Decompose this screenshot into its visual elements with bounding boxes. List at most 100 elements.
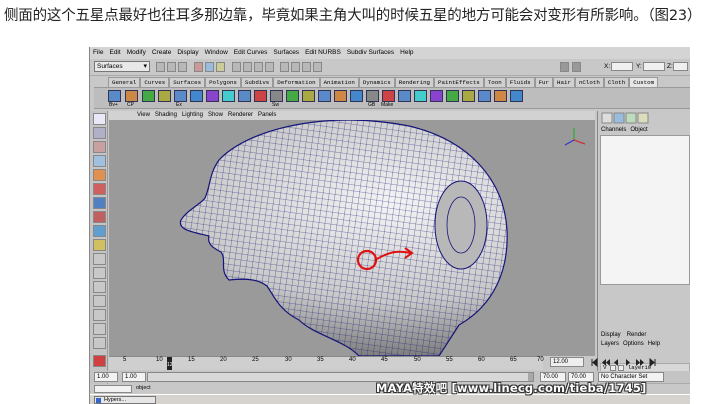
snap-curve-icon[interactable] — [243, 62, 252, 72]
tab-dynamics[interactable]: Dynamics — [358, 77, 395, 87]
layout-four-icon[interactable] — [93, 253, 106, 265]
scale-tool-icon[interactable] — [93, 183, 106, 195]
snap-point-icon[interactable] — [254, 62, 263, 72]
shelf-tool-icon[interactable] — [510, 90, 523, 102]
menu-edit[interactable]: Edit — [109, 47, 120, 59]
shelf-tool-icon[interactable] — [302, 90, 315, 102]
tab-general[interactable]: General — [108, 77, 141, 87]
cp-icon[interactable] — [125, 90, 138, 102]
help-menu[interactable]: Help — [648, 341, 660, 347]
gb-icon[interactable] — [366, 90, 379, 102]
select-hierarchy-icon[interactable] — [194, 62, 203, 72]
shelf-tool-icon[interactable] — [494, 90, 507, 102]
absolute-relative-icon[interactable] — [572, 62, 581, 72]
select-tool-icon[interactable] — [93, 113, 106, 125]
tab-toon[interactable]: Toon — [483, 77, 506, 87]
tab-rendering[interactable]: Rendering — [394, 77, 435, 87]
playback-start-field[interactable]: 1.00 — [122, 372, 146, 382]
render-settings-icon[interactable] — [313, 62, 322, 72]
menu-help[interactable]: Help — [400, 47, 413, 59]
shelf-tool-icon[interactable] — [286, 90, 299, 102]
tab-fur[interactable]: Fur — [534, 77, 554, 87]
shelf-tool-icon[interactable] — [158, 90, 171, 102]
tab-surfaces[interactable]: Surfaces — [169, 77, 206, 87]
shelf-tool-icon[interactable] — [190, 90, 203, 102]
manipulator-icon[interactable] — [93, 197, 106, 209]
channel-list[interactable] — [600, 135, 690, 285]
tab-deformation[interactable]: Deformation — [273, 77, 320, 87]
sweep-icon[interactable] — [270, 90, 283, 102]
shelf-tool-icon[interactable] — [446, 90, 459, 102]
tab-polygons[interactable]: Polygons — [205, 77, 241, 87]
soft-mod-icon[interactable] — [93, 211, 106, 223]
tab-subdivs[interactable]: Subdivs — [240, 77, 274, 87]
panel-menu-view[interactable]: View — [137, 111, 150, 120]
layers-menu[interactable]: Layers — [601, 341, 619, 347]
shelf-tool-icon[interactable] — [206, 90, 219, 102]
time-slider[interactable]: 5 10 15 20 25 30 35 40 45 50 55 60 65 70… — [109, 356, 544, 370]
z-field[interactable] — [673, 62, 688, 71]
tab-cloth[interactable]: Cloth — [603, 77, 630, 87]
menu-display[interactable]: Display — [177, 47, 198, 59]
shelf-tool-icon[interactable] — [238, 90, 251, 102]
tab-animation[interactable]: Animation — [319, 77, 359, 87]
tab-curves[interactable]: Curves — [140, 77, 170, 87]
panel-menu-lighting[interactable]: Lighting — [182, 111, 203, 120]
render-tab[interactable]: Render — [627, 332, 647, 338]
display-tab[interactable]: Display — [601, 332, 621, 338]
y-field[interactable] — [643, 62, 665, 71]
select-component-icon[interactable] — [216, 62, 225, 72]
tab-hair[interactable]: Hair — [553, 77, 575, 87]
menu-create[interactable]: Create — [152, 47, 172, 59]
shelf-tool-icon[interactable] — [334, 90, 347, 102]
tab-painteffects[interactable]: PaintEffects — [434, 77, 484, 87]
new-scene-icon[interactable] — [156, 62, 165, 72]
shelf-tool-icon[interactable] — [478, 90, 491, 102]
panel-menu-panels[interactable]: Panels — [258, 111, 276, 120]
save-scene-icon[interactable] — [178, 62, 187, 72]
shelf-tool-icon[interactable] — [318, 90, 331, 102]
transform-mode-icon[interactable] — [560, 62, 569, 72]
render-icon[interactable] — [291, 62, 300, 72]
playback-controls[interactable] — [588, 357, 688, 368]
layout-render-icon[interactable] — [93, 323, 106, 335]
layout-hypershade-icon[interactable] — [93, 309, 106, 321]
menu-surfaces[interactable]: Surfaces — [273, 47, 299, 59]
panel-menu-shading[interactable]: Shading — [155, 111, 177, 120]
layout-persp-icon[interactable] — [93, 267, 106, 279]
menu-subdiv-surfaces[interactable]: Subdiv Surfaces — [347, 47, 394, 59]
snap-grid-icon[interactable] — [232, 62, 241, 72]
last-tool-icon[interactable] — [93, 225, 106, 237]
layout-single-icon[interactable] — [93, 239, 106, 251]
shelf-tool-icon[interactable] — [142, 90, 155, 102]
shelf-tool-icon[interactable] — [398, 90, 411, 102]
layout-outliner-icon[interactable] — [93, 281, 106, 293]
object-menu[interactable]: Object — [630, 127, 647, 133]
taskbar-item-hypershade[interactable]: Hypers... — [94, 396, 156, 404]
shelf-tool-icon[interactable] — [350, 90, 363, 102]
rotate-tool-icon[interactable] — [93, 169, 106, 181]
tab-custom[interactable]: Custom — [629, 77, 659, 87]
shelf-tool-icon[interactable] — [414, 90, 427, 102]
snap-plane-icon[interactable] — [265, 62, 274, 72]
menu-modify[interactable]: Modify — [127, 47, 146, 59]
menu-set-selector[interactable]: Surfaces — [94, 61, 150, 72]
move-tool-icon[interactable] — [93, 155, 106, 167]
shelf-tool-icon[interactable] — [430, 90, 443, 102]
tab-ncloth[interactable]: nCloth — [574, 77, 604, 87]
lasso-tool-icon[interactable] — [93, 127, 106, 139]
channels-menu[interactable]: Channels — [601, 127, 626, 133]
menu-window[interactable]: Window — [205, 47, 228, 59]
start-time-field[interactable]: 1.00 — [94, 372, 118, 382]
panel-menu-show[interactable]: Show — [208, 111, 223, 120]
history-icon[interactable] — [280, 62, 289, 72]
shelf-tool-icon[interactable] — [222, 90, 235, 102]
current-time-field[interactable]: 12.00 — [550, 357, 584, 367]
bevel-plus-icon[interactable] — [108, 90, 121, 102]
menu-edit-curves[interactable]: Edit Curves — [234, 47, 268, 59]
paint-select-icon[interactable] — [93, 141, 106, 153]
x-field[interactable] — [611, 62, 633, 71]
layout-graph-icon[interactable] — [93, 295, 106, 307]
menu-file[interactable]: File — [93, 47, 103, 59]
shelf-tool-icon[interactable] — [462, 90, 475, 102]
